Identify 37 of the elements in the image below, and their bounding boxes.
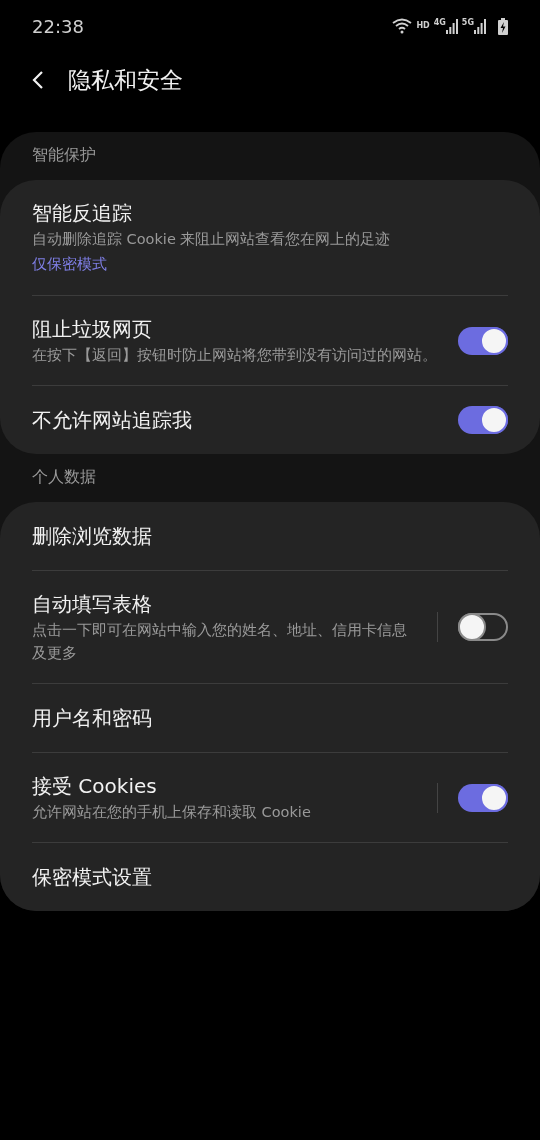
toggle-switch[interactable]: [458, 406, 508, 434]
toggle-switch[interactable]: [458, 326, 508, 355]
item-title: 保密模式设置: [32, 864, 153, 891]
network-label: HD: [416, 21, 430, 31]
toggle-switch[interactable]: [458, 613, 508, 641]
page-title: 隐私和安全: [68, 65, 183, 95]
settings-item[interactable]: 阻止垃圾网页 在按下【返回】按钮时防止网站将您带到没有访问过的网站。: [0, 296, 540, 385]
item-description: 允许网站在您的手机上保存和读取 Cookie: [32, 803, 312, 822]
status-time: 22:38: [32, 14, 84, 39]
item-title: 自动填写表格: [32, 591, 153, 618]
section-header: 个人数据: [31, 467, 97, 489]
signal-icon: [445, 18, 458, 34]
settings-item[interactable]: 自动填写表格 点击一下即可在网站中输入您的姓名、地址、信用卡信息及更多: [0, 571, 540, 683]
settings-item[interactable]: 接受 Cookies 允许网站在您的手机上保存和读取 Cookie: [0, 753, 540, 842]
toggle-switch[interactable]: [458, 783, 508, 812]
wifi-icon: [392, 18, 413, 34]
item-title: 删除浏览数据: [32, 523, 153, 550]
battery-icon: [498, 17, 508, 35]
network-label: 4G: [433, 18, 446, 28]
settings-item[interactable]: 删除浏览数据: [0, 502, 540, 570]
section-header: 智能保护: [31, 145, 97, 167]
item-title: 阻止垃圾网页: [32, 316, 153, 343]
back-icon[interactable]: [32, 70, 44, 90]
item-description: 自动删除追踪 Cookie 来阻止网站查看您在网上的足迹: [32, 230, 392, 249]
item-description: 在按下【返回】按钮时防止网站将您带到没有访问过的网站。: [32, 346, 438, 365]
network-label: 5G: [461, 18, 474, 28]
item-title: 智能反追踪: [32, 200, 133, 227]
item-description: 点击一下即可在网站中输入您的姓名、地址、信用卡信息及更多: [32, 621, 408, 663]
item-title: 用户名和密码: [32, 705, 153, 732]
settings-item[interactable]: 保密模式设置: [0, 843, 540, 911]
item-title: 不允许网站追踪我: [32, 407, 193, 434]
settings-item[interactable]: 用户名和密码: [0, 684, 540, 752]
private-mode-link[interactable]: 仅保密模式: [32, 251, 107, 277]
item-title: 接受 Cookies: [32, 773, 158, 800]
settings-item[interactable]: 不允许网站追踪我: [0, 386, 540, 454]
signal-icon: [474, 18, 486, 34]
settings-item[interactable]: 智能反追踪 自动删除追踪 Cookie 来阻止网站查看您在网上的足迹 仅保密模式: [0, 180, 540, 295]
